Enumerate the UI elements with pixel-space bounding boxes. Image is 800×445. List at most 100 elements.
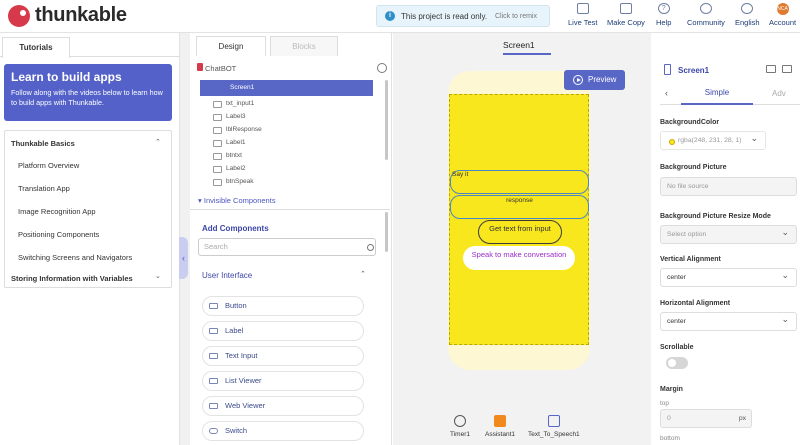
bgcolor-label: BackgroundColor bbox=[660, 119, 720, 126]
tutorial-item[interactable]: Platform Overview bbox=[18, 161, 79, 170]
bgcolor-picker[interactable]: rgba(248, 231, 28, 1) bbox=[660, 130, 766, 150]
invisible-components-toggle[interactable]: ▾ Invisible Components bbox=[198, 196, 276, 205]
tab-design[interactable]: Design bbox=[196, 36, 266, 56]
tutorial-item[interactable]: Switching Screens and Navigators bbox=[18, 253, 132, 262]
btntxt-button[interactable]: Get text from input bbox=[478, 220, 562, 244]
tab-advanced[interactable]: Adv bbox=[772, 89, 786, 98]
help-button[interactable]: ? Help bbox=[656, 3, 671, 31]
tree-item-screen1[interactable]: Screen1 bbox=[200, 80, 373, 96]
tutorial-item[interactable]: Image Recognition App bbox=[18, 207, 96, 216]
tutorials-tabbar: Tutorials bbox=[0, 35, 180, 58]
component-web-viewer[interactable]: Web Viewer bbox=[202, 396, 364, 416]
valign-value: center bbox=[667, 274, 686, 281]
screen-tab[interactable]: Screen1 bbox=[503, 40, 535, 50]
valign-label: Vertical Alignment bbox=[660, 256, 721, 263]
tab-simple[interactable]: Simple bbox=[681, 83, 753, 105]
community-button[interactable]: Community bbox=[687, 3, 725, 31]
properties-title: Screen1 bbox=[678, 66, 710, 75]
section-thunkable-basics[interactable]: Thunkable Basics bbox=[11, 139, 75, 148]
halign-select[interactable]: center bbox=[660, 311, 797, 331]
section-storing-variables[interactable]: Storing Information with Variables bbox=[11, 274, 133, 283]
bgpicture-field[interactable]: No file source bbox=[660, 177, 797, 196]
preview-label: Preview bbox=[588, 75, 617, 84]
timer-icon bbox=[453, 415, 466, 427]
tree-item[interactable]: txt_input1 bbox=[212, 100, 254, 108]
lbl-response[interactable]: response bbox=[450, 195, 589, 219]
chevron-down-icon[interactable]: ⌄ bbox=[155, 272, 161, 280]
color-swatch bbox=[669, 139, 675, 145]
text-to-speech1-component[interactable]: Text_To_Speech1 bbox=[528, 415, 580, 438]
screen-tab-underline bbox=[503, 53, 551, 55]
bgpicture-label: Background Picture bbox=[660, 164, 727, 171]
tab-blocks[interactable]: Blocks bbox=[270, 36, 338, 56]
tutorial-item[interactable]: Translation App bbox=[18, 184, 70, 193]
project-icon bbox=[197, 63, 203, 71]
component-list-viewer[interactable]: List Viewer bbox=[202, 371, 364, 391]
user-interface-section[interactable]: User Interface bbox=[202, 271, 252, 280]
tree-item[interactable]: btnSpeak bbox=[212, 178, 253, 186]
thunkable-logo[interactable]: thunkable bbox=[8, 4, 127, 27]
search-icon bbox=[367, 244, 374, 251]
preview-button[interactable]: Preview bbox=[564, 70, 625, 90]
learn-description: Follow along with the videos below to le… bbox=[11, 88, 163, 107]
margin-top-label: top bbox=[660, 400, 670, 407]
nonvisible-label: Timer1 bbox=[450, 431, 470, 438]
nonvisible-components: Timer1 Assistant1 Text_To_Speech1 bbox=[413, 415, 633, 443]
chevron-left-icon[interactable]: ‹ bbox=[665, 88, 668, 98]
tree-item[interactable]: Label2 bbox=[213, 165, 246, 173]
component-label[interactable]: Label bbox=[202, 321, 364, 341]
copy-icon[interactable] bbox=[782, 65, 792, 73]
logo-icon bbox=[8, 4, 30, 27]
copy-icon bbox=[619, 3, 632, 14]
btnspeak-button[interactable]: Speak to make conversation bbox=[463, 246, 575, 270]
tutorial-item[interactable]: Positioning Components bbox=[18, 230, 99, 239]
make-copy-button[interactable]: Make Copy bbox=[607, 3, 645, 31]
folder-icon[interactable] bbox=[766, 65, 776, 73]
halign-label: Horizontal Alignment bbox=[660, 300, 731, 307]
nav-label: Account bbox=[769, 18, 797, 27]
component-switch[interactable]: Switch bbox=[202, 421, 364, 441]
scrollable-label: Scrollable bbox=[660, 344, 694, 351]
components-scrollbar[interactable] bbox=[385, 212, 388, 252]
resize-mode-select[interactable]: Select option bbox=[660, 224, 797, 244]
assistant1-component[interactable]: Assistant1 bbox=[485, 415, 515, 438]
tree-scrollbar[interactable] bbox=[385, 80, 388, 160]
tutorials-panel: Tutorials Learn to build apps Follow alo… bbox=[0, 33, 180, 445]
account-button[interactable]: NCA Account bbox=[769, 3, 796, 31]
timer1-component[interactable]: Timer1 bbox=[450, 415, 470, 438]
language-button[interactable]: English bbox=[735, 3, 760, 31]
list-icon bbox=[209, 378, 218, 384]
tree-item[interactable]: btntxt bbox=[213, 152, 242, 160]
chevron-up-icon[interactable]: ⌃ bbox=[155, 138, 161, 146]
component-search-input[interactable]: Search bbox=[198, 238, 376, 256]
scrollable-toggle[interactable] bbox=[666, 357, 688, 369]
label-icon bbox=[209, 328, 218, 334]
valign-select[interactable]: center bbox=[660, 267, 797, 287]
tree-item[interactable]: Label3 bbox=[213, 113, 246, 121]
info-icon: i bbox=[385, 11, 395, 21]
response-label: response bbox=[506, 197, 533, 204]
margin-top-input[interactable]: 0 px bbox=[660, 409, 752, 428]
project-name[interactable]: ChatBOT bbox=[205, 64, 236, 73]
cube-icon bbox=[494, 415, 506, 427]
margin-top-unit: px bbox=[738, 415, 746, 422]
help-icon: ? bbox=[657, 3, 670, 14]
speech-icon bbox=[547, 415, 560, 427]
gear-icon[interactable] bbox=[377, 63, 387, 73]
readonly-banner: i This project is read only. Click to re… bbox=[376, 5, 550, 27]
halign-value: center bbox=[667, 318, 686, 325]
live-test-button[interactable]: Live Test bbox=[568, 3, 597, 31]
tree-item[interactable]: lblResponse bbox=[213, 126, 262, 134]
button-icon bbox=[209, 303, 218, 309]
component-text-input[interactable]: Text Input bbox=[202, 346, 364, 366]
nonvisible-label: Assistant1 bbox=[485, 431, 515, 438]
collapse-panel-button[interactable]: ‹ bbox=[179, 237, 188, 279]
chevron-up-icon[interactable]: ⌃ bbox=[360, 270, 366, 278]
tab-tutorials[interactable]: Tutorials bbox=[2, 37, 70, 58]
text-input-value: Say it bbox=[452, 171, 469, 178]
remix-link[interactable]: Click to remix bbox=[495, 13, 537, 20]
tree-item[interactable]: Label1 bbox=[213, 139, 246, 147]
component-button[interactable]: Button bbox=[202, 296, 364, 316]
txt-input1[interactable]: Say it bbox=[450, 170, 589, 194]
resize-mode-label: Background Picture Resize Mode bbox=[660, 213, 771, 220]
